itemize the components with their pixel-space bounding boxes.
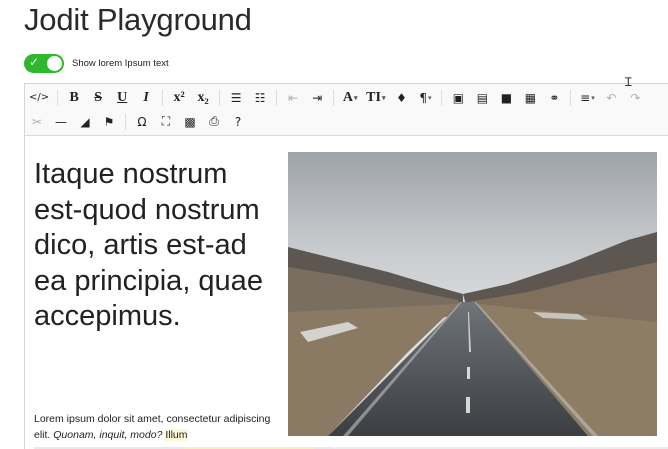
cut-icon: ✂ <box>31 114 43 129</box>
outdent-icon: ⇤ <box>288 90 299 105</box>
lorem-toggle-switch[interactable]: ✓ <box>24 54 64 73</box>
ordered-list-icon: ☷ <box>254 90 266 105</box>
page-title: Jodit Playground <box>24 2 252 37</box>
superscript-button[interactable]: x² <box>167 87 191 109</box>
strikethrough-icon: S <box>94 89 103 105</box>
print-button[interactable]: ⎙ <box>202 111 226 133</box>
copy-format-button[interactable]: ⚑ <box>97 111 121 133</box>
paragraph-button[interactable]: ¶ ▾ <box>413 87 437 109</box>
eraser-icon: ◢ <box>80 114 90 129</box>
check-icon: ✓ <box>29 55 40 69</box>
file-icon: ▤ <box>476 90 489 105</box>
font-size-button[interactable]: TI ▾ <box>362 87 389 109</box>
table-button[interactable]: ▦ <box>518 87 542 109</box>
italic-button[interactable]: I <box>134 87 158 109</box>
bold-icon: B <box>69 89 79 105</box>
toolbar-separator <box>276 89 278 106</box>
brush-button[interactable]: ♦ <box>389 87 413 109</box>
italic-icon: I <box>143 89 149 105</box>
toolbar-separator <box>570 89 572 106</box>
link-button[interactable]: ⚭ <box>542 87 566 109</box>
eraser-button[interactable]: ◢ <box>73 111 97 133</box>
jodit-editor: </> B S U Ix² x₂ ☰ ☷ ⇤ ⇥ A ▾ TI ▾ ♦ ¶ ▾ ▣ ▤ ■ ▦ ⚭ ≡ ▾ ↶ ↷ ✂ — ◢ ⚑ Ω ⛶ ▩… <box>24 83 668 449</box>
underline-button[interactable]: U <box>110 87 134 109</box>
print-icon: ⎙ <box>209 114 219 128</box>
chevron-down-icon: ▾ <box>428 93 432 102</box>
font-size-icon: TI <box>366 89 381 105</box>
chevron-down-icon: ▾ <box>591 93 595 102</box>
cut-button[interactable]: ✂ <box>25 111 49 133</box>
toolbar-separator <box>441 89 443 106</box>
underline-icon: U <box>117 89 128 105</box>
toolbar-separator <box>333 89 335 106</box>
select-all-button[interactable]: ▩ <box>178 111 202 133</box>
strikethrough-button[interactable]: S <box>86 87 110 109</box>
about-button[interactable]: ? <box>226 111 250 133</box>
about-icon: ? <box>234 114 242 129</box>
source-button[interactable]: </> <box>25 87 53 109</box>
unordered-list-button[interactable]: ☰ <box>224 87 248 109</box>
toolbar-row-2: ✂ — ◢ ⚑ Ω ⛶ ▩ ⎙? <box>25 109 250 134</box>
table-icon: ▦ <box>524 90 537 105</box>
toolbar-separator <box>57 89 59 106</box>
align-button[interactable]: ≡ ▾ <box>575 87 599 109</box>
file-button[interactable]: ▤ <box>470 87 494 109</box>
toolbar-row-1: </> B S U Ix² x₂ ☰ ☷ ⇤ ⇥ A ▾ TI ▾ ♦ ¶ ▾ ▣ ▤ ■ ▦ ⚭ ≡ ▾ ↶ ↷ <box>25 85 647 110</box>
toggle-knob <box>47 56 62 71</box>
toolbar-separator <box>125 113 126 130</box>
content-paragraph[interactable]: Lorem ipsum dolor sit amet, consectetur … <box>34 411 284 443</box>
font-icon: A <box>342 89 353 105</box>
content-heading[interactable]: Itaque nostrum est-quod nostrum dico, ar… <box>34 157 274 335</box>
video-button[interactable]: ■ <box>494 87 518 109</box>
paragraph-emphasis: Quonam, inquit, modo? <box>53 429 163 441</box>
video-icon: ■ <box>500 90 513 105</box>
undo-button[interactable]: ↶ <box>599 87 623 109</box>
lorem-toggle-label: Show lorem Ipsum text <box>72 58 169 69</box>
editor-content[interactable]: Itaque nostrum est-quod nostrum dico, ar… <box>25 137 668 449</box>
redo-icon: ↷ <box>630 90 641 105</box>
brush-icon: ♦ <box>396 90 407 105</box>
paragraph-icon: ¶ <box>419 90 428 105</box>
undo-icon: ↶ <box>606 90 617 105</box>
superscript-icon: x² <box>173 89 185 105</box>
align-icon: ≡ <box>580 90 591 105</box>
fullsize-button[interactable]: ⛶ <box>154 111 178 133</box>
indent-icon: ⇥ <box>312 90 323 105</box>
paragraph-overflow-line <box>34 445 668 449</box>
symbol-button[interactable]: Ω <box>130 111 154 133</box>
link-icon: ⚭ <box>549 90 560 105</box>
chevron-down-icon: ▾ <box>353 93 358 102</box>
font-button[interactable]: A ▾ <box>338 87 362 109</box>
horizontal-rule-icon: — <box>55 114 67 129</box>
paragraph-highlight: Illum <box>165 429 188 441</box>
unordered-list-icon: ☰ <box>230 90 242 105</box>
image-icon: ▣ <box>452 90 465 105</box>
symbol-icon: Ω <box>137 114 147 129</box>
chevron-down-icon: ▾ <box>381 93 386 102</box>
horizontal-rule-button[interactable]: — <box>49 111 73 133</box>
toolbar-separator <box>162 89 164 106</box>
fullsize-icon: ⛶ <box>161 114 171 128</box>
road-landscape-image[interactable] <box>288 152 657 436</box>
copy-format-icon: ⚑ <box>103 114 115 129</box>
source-icon: </> <box>29 92 50 103</box>
subscript-icon: x₂ <box>197 89 209 105</box>
ordered-list-button[interactable]: ☷ <box>248 87 272 109</box>
editor-toolbar: </> B S U Ix² x₂ ☰ ☷ ⇤ ⇥ A ▾ TI ▾ ♦ ¶ ▾ ▣ ▤ ■ ▦ ⚭ ≡ ▾ ↶ ↷ ✂ — ◢ ⚑ Ω ⛶ ▩… <box>25 84 668 136</box>
image-button[interactable]: ▣ <box>446 87 470 109</box>
toolbar-separator <box>219 89 221 106</box>
text-cursor-icon: Ɪ <box>625 75 632 89</box>
bold-button[interactable]: B <box>62 87 86 109</box>
lorem-toggle-row: ✓ Show lorem Ipsum text <box>24 54 169 73</box>
subscript-button[interactable]: x₂ <box>191 87 215 109</box>
outdent-button[interactable]: ⇤ <box>281 87 305 109</box>
indent-button[interactable]: ⇥ <box>305 87 329 109</box>
select-all-icon: ▩ <box>184 114 196 129</box>
